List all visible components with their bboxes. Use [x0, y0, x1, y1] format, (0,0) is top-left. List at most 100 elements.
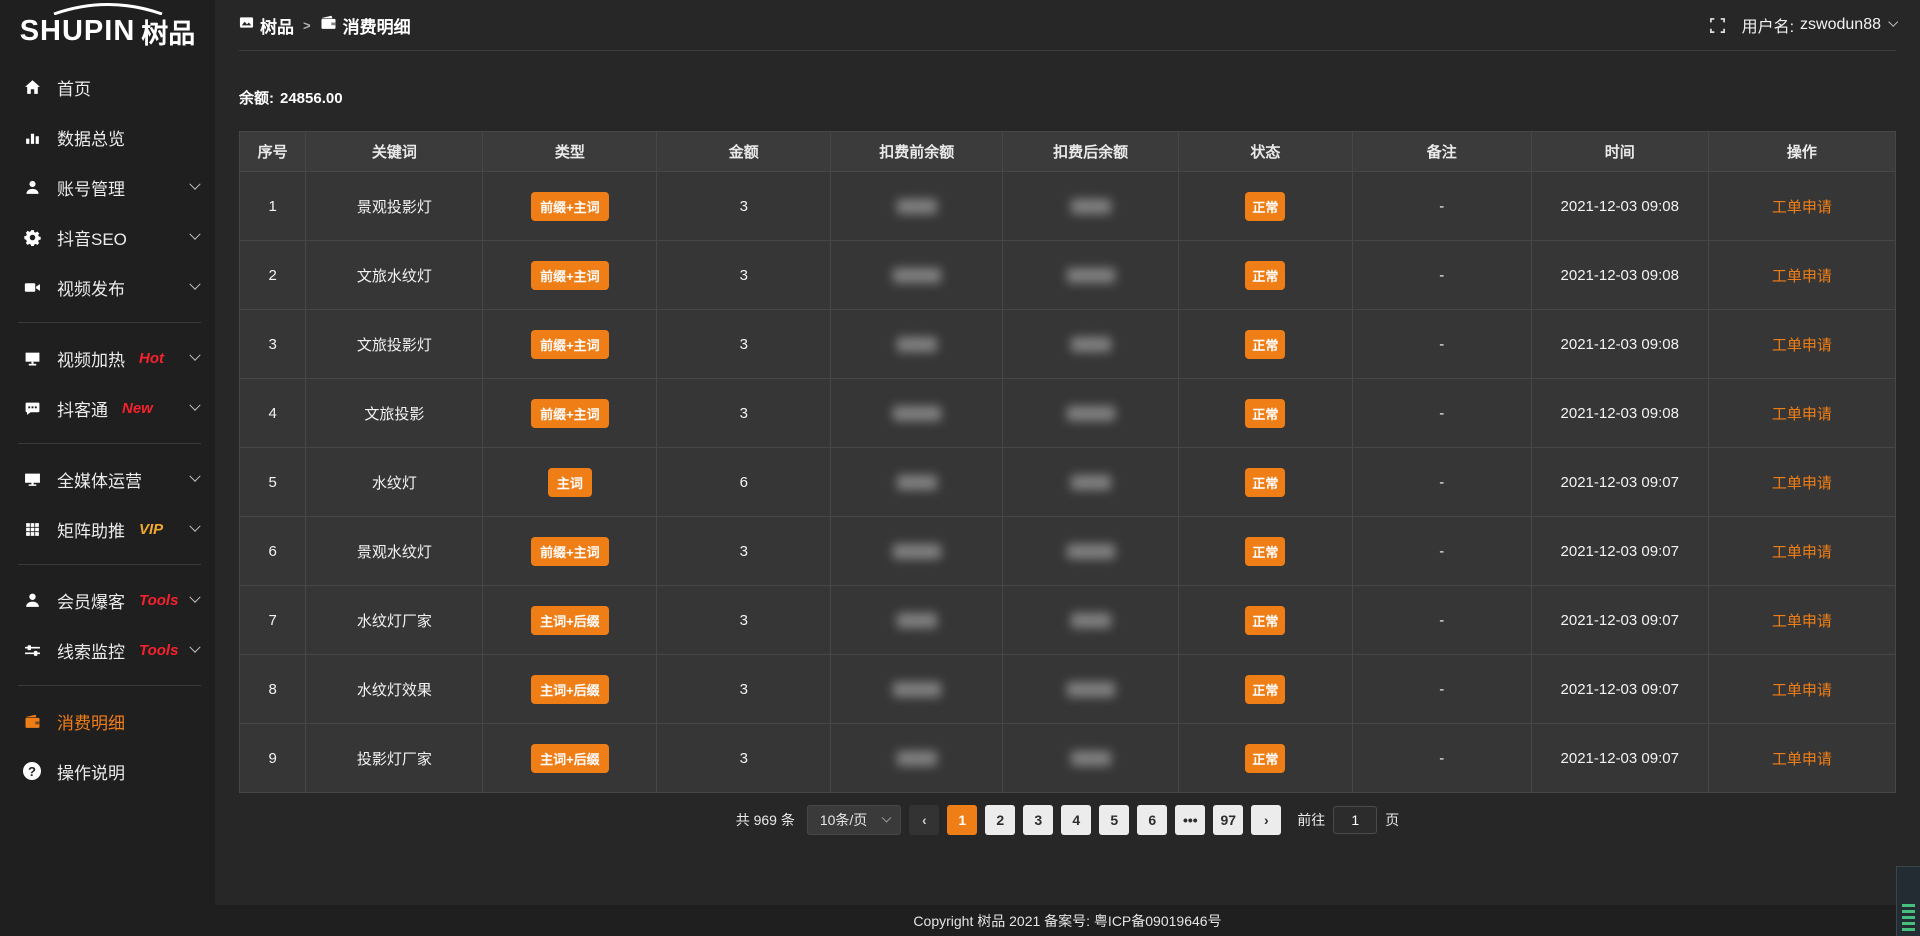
- page-button-6[interactable]: 6: [1137, 805, 1167, 835]
- sidebar-item-label: 视频加热: [57, 346, 125, 371]
- monitor-icon: [22, 471, 42, 488]
- work-order-link[interactable]: 工单申请: [1772, 544, 1832, 561]
- page-button-4[interactable]: 4: [1061, 805, 1091, 835]
- sidebar-item-7[interactable]: 抖客通New: [0, 383, 215, 433]
- cell-time: 2021-12-03 09:07: [1531, 724, 1708, 793]
- next-page-button[interactable]: ›: [1251, 805, 1281, 835]
- page-button-3[interactable]: 3: [1023, 805, 1053, 835]
- work-order-link[interactable]: 工单申请: [1772, 682, 1832, 699]
- sidebar-item-15[interactable]: 消费明细: [0, 696, 215, 746]
- cell-keyword: 文旅投影: [306, 379, 483, 448]
- work-order-link[interactable]: 工单申请: [1772, 337, 1832, 354]
- cell-amount: 3: [657, 310, 831, 379]
- user-label: 用户名:: [1742, 13, 1794, 37]
- page-button-2[interactable]: 2: [985, 805, 1015, 835]
- cell-status: 正常: [1178, 586, 1352, 655]
- status-badge: 正常: [1245, 192, 1285, 221]
- cell-type: 前缀+主词: [483, 241, 657, 310]
- cell-status: 正常: [1178, 241, 1352, 310]
- sidebar-item-tag: Tools: [139, 642, 178, 659]
- sidebar-item-10[interactable]: 矩阵助推VIP: [0, 504, 215, 554]
- sidebar-item-9[interactable]: 全媒体运营: [0, 454, 215, 504]
- cell-balance-before: [831, 379, 1003, 448]
- cell-action: 工单申请: [1708, 586, 1895, 655]
- cell-no: 5: [240, 448, 306, 517]
- cell-action: 工单申请: [1708, 310, 1895, 379]
- work-order-link[interactable]: 工单申请: [1772, 475, 1832, 492]
- cell-type: 前缀+主词: [483, 379, 657, 448]
- breadcrumb-item-current[interactable]: 消费明细: [320, 13, 411, 38]
- chevron-down-icon: [189, 400, 200, 411]
- cell-remark: -: [1352, 379, 1531, 448]
- sidebar-item-0[interactable]: 首页: [0, 62, 215, 112]
- page-size-select[interactable]: 10条/页: [807, 805, 901, 835]
- status-badge: 正常: [1245, 675, 1285, 704]
- cell-time: 2021-12-03 09:07: [1531, 586, 1708, 655]
- chevron-down-icon: [189, 471, 200, 482]
- sidebar-item-3[interactable]: 抖音SEO: [0, 212, 215, 262]
- page-button-...[interactable]: •••: [1175, 805, 1205, 835]
- cell-keyword: 文旅水纹灯: [306, 241, 483, 310]
- cell-no: 9: [240, 724, 306, 793]
- sidebar-item-12[interactable]: 会员爆客Tools: [0, 575, 215, 625]
- chevron-down-icon: [189, 521, 200, 532]
- cell-balance-after: [1003, 379, 1179, 448]
- logo[interactable]: SHUPIN 树品: [0, 0, 215, 62]
- cell-keyword: 水纹灯: [306, 448, 483, 517]
- breadcrumb-item-home[interactable]: 树品: [239, 13, 294, 38]
- content: 余额:24856.00 序号关键词类型金额扣费前余额扣费后余额状态备注时间操作 …: [215, 51, 1920, 835]
- cell-balance-after: [1003, 517, 1179, 586]
- sidebar-item-4[interactable]: 视频发布: [0, 262, 215, 312]
- bar-chart-icon: [22, 129, 42, 146]
- page-button-1[interactable]: 1: [947, 805, 977, 835]
- balance-label: 余额:: [239, 90, 274, 107]
- cell-status: 正常: [1178, 448, 1352, 517]
- floating-widget[interactable]: [1896, 866, 1920, 936]
- cell-remark: -: [1352, 241, 1531, 310]
- column-header: 关键词: [306, 132, 483, 172]
- cell-remark: -: [1352, 310, 1531, 379]
- column-header: 扣费前余额: [831, 132, 1003, 172]
- cell-keyword: 景观水纹灯: [306, 517, 483, 586]
- cell-action: 工单申请: [1708, 517, 1895, 586]
- work-order-link[interactable]: 工单申请: [1772, 406, 1832, 423]
- sidebar-item-6[interactable]: 视频加热 Hot: [0, 333, 215, 383]
- user-menu[interactable]: 用户名: zswodun88: [1742, 13, 1896, 37]
- type-badge: 前缀+主词: [531, 537, 609, 566]
- cell-remark: -: [1352, 172, 1531, 241]
- prev-page-button[interactable]: ‹: [909, 805, 939, 835]
- column-header: 扣费后余额: [1003, 132, 1179, 172]
- sidebar-item-13[interactable]: 线索监控Tools: [0, 625, 215, 675]
- sidebar-item-label: 矩阵助推: [57, 517, 125, 542]
- cell-time: 2021-12-03 09:08: [1531, 379, 1708, 448]
- work-order-link[interactable]: 工单申请: [1772, 199, 1832, 216]
- work-order-link[interactable]: 工单申请: [1772, 613, 1832, 630]
- sidebar-item-16[interactable]: ?操作说明: [0, 746, 215, 796]
- page-button-5[interactable]: 5: [1099, 805, 1129, 835]
- cell-no: 7: [240, 586, 306, 655]
- cell-status: 正常: [1178, 517, 1352, 586]
- fullscreen-icon[interactable]: [1709, 17, 1726, 34]
- work-order-link[interactable]: 工单申请: [1772, 751, 1832, 768]
- cell-balance-after: [1003, 310, 1179, 379]
- cell-remark: -: [1352, 586, 1531, 655]
- question-icon: ?: [22, 762, 42, 780]
- sidebar-item-1[interactable]: 数据总览: [0, 112, 215, 162]
- cell-time: 2021-12-03 09:08: [1531, 241, 1708, 310]
- chevron-down-icon: [882, 812, 892, 822]
- goto-page-input[interactable]: [1333, 806, 1377, 834]
- cell-balance-before: [831, 586, 1003, 655]
- sidebar-item-tag: Hot: [139, 350, 164, 367]
- gear-icon: [22, 229, 42, 246]
- table-row: 5水纹灯主词6正常-2021-12-03 09:07工单申请: [240, 448, 1896, 517]
- redacted-value: [1067, 406, 1115, 421]
- cell-balance-after: [1003, 172, 1179, 241]
- sidebar-item-2[interactable]: 账号管理: [0, 162, 215, 212]
- wallet-icon: [320, 14, 337, 36]
- chat-icon: [22, 400, 42, 417]
- cell-remark: -: [1352, 517, 1531, 586]
- cell-amount: 3: [657, 379, 831, 448]
- redacted-value: [893, 406, 941, 421]
- page-button-97[interactable]: 97: [1213, 805, 1243, 835]
- work-order-link[interactable]: 工单申请: [1772, 268, 1832, 285]
